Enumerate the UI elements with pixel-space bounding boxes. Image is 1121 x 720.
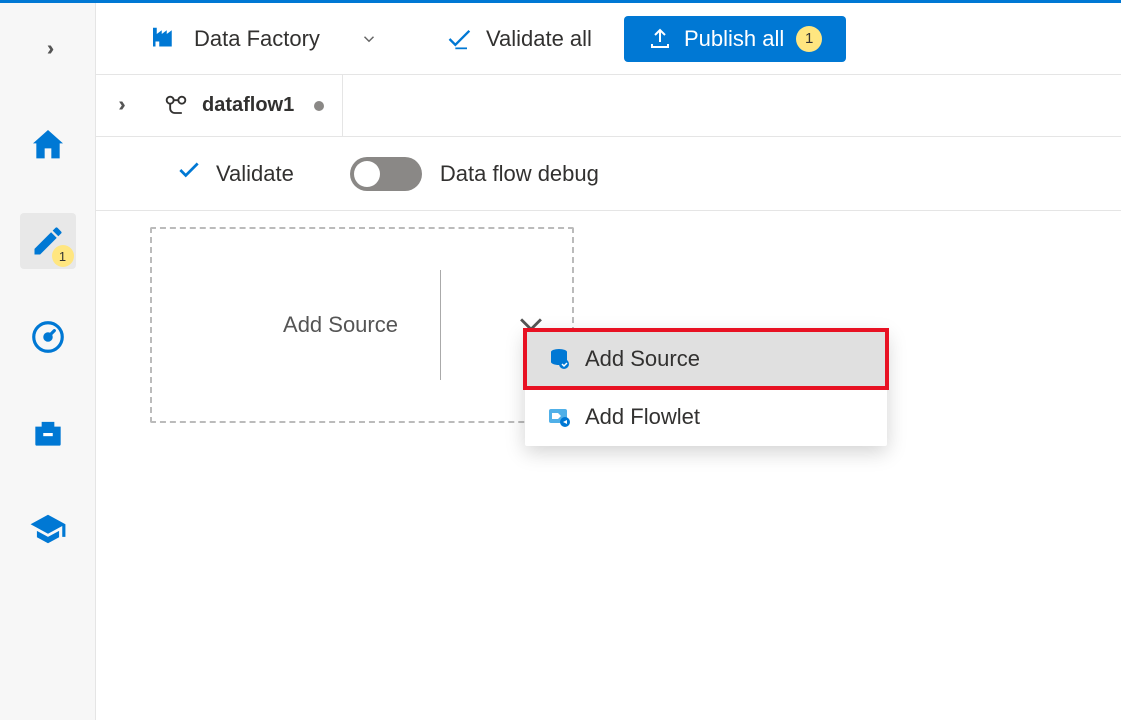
menu-item-label: Add Source [585,346,700,372]
chevron-right-double-icon: ›› [47,38,48,61]
home-icon [28,125,68,165]
tab-label: dataflow1 [202,94,294,117]
factory-label: Data Factory [194,26,320,52]
learn-button[interactable] [20,501,76,557]
chevron-down-icon [360,30,378,48]
unsaved-dot-icon [314,101,324,111]
expand-nav-button[interactable]: ›› [20,21,76,77]
chevron-right-double-icon: ›› [118,94,119,117]
home-button[interactable] [20,117,76,173]
author-button[interactable]: 1 [20,213,76,269]
validate-label: Validate [216,161,294,187]
menu-item-add-source[interactable]: Add Source [525,330,887,388]
graduation-cap-icon [29,510,67,548]
toolbox-icon [29,414,67,452]
check-lines-icon [446,25,474,53]
divider [440,270,441,380]
menu-item-label: Add Flowlet [585,404,700,430]
check-icon [176,157,202,190]
add-source-menu: Add Source Add Flowlet [525,330,887,446]
publish-label: Publish all [684,26,784,52]
manage-button[interactable] [20,405,76,461]
add-source-label: Add Source [283,312,398,338]
gauge-icon [29,318,67,356]
toggle-knob-icon [354,161,380,187]
publish-count-badge: 1 [796,26,822,52]
flowlet-icon [547,405,571,429]
validate-all-label: Validate all [486,26,592,52]
add-source-placeholder[interactable]: Add Source [150,227,574,423]
upload-icon [648,27,672,51]
author-badge: 1 [52,245,74,267]
debug-toggle[interactable] [350,157,422,191]
tab-dataflow1[interactable]: dataflow1 [142,75,343,136]
validate-button[interactable]: Validate [176,157,294,190]
debug-toggle-label: Data flow debug [440,161,599,187]
collapse-panel-button[interactable]: ›› [96,75,142,136]
factory-selector[interactable]: Data Factory [136,18,390,60]
menu-item-add-flowlet[interactable]: Add Flowlet [525,388,887,446]
validate-all-button[interactable]: Validate all [446,25,592,53]
monitor-button[interactable] [20,309,76,365]
database-source-icon [547,347,571,371]
factory-icon [148,24,178,54]
dataflow-icon [162,92,190,120]
publish-all-button[interactable]: Publish all 1 [624,16,846,62]
